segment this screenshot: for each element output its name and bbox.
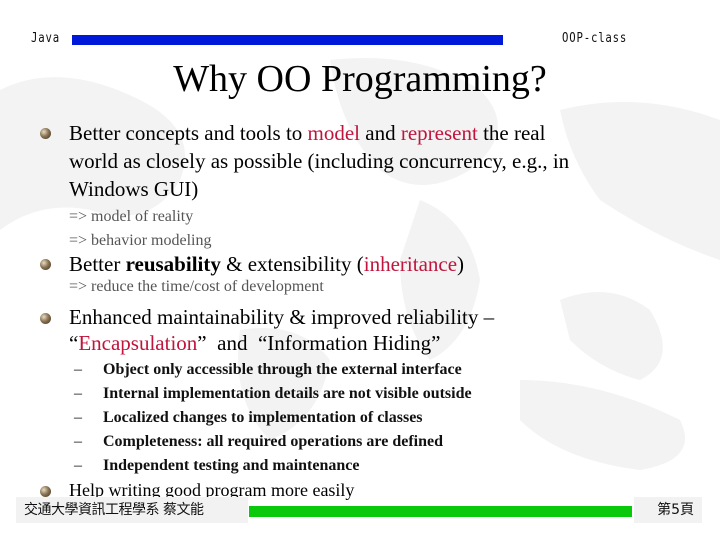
bullet-1-line-3: Windows GUI) [69, 177, 199, 201]
keyword-reusability: reusability [125, 252, 221, 276]
bullet-1-line-1: Better concepts and tools to model and r… [69, 121, 546, 145]
bullet-2-line-1: Better reusability & extensibility (inhe… [69, 252, 465, 276]
sub-item: Localized changes to implementation of c… [103, 409, 423, 426]
bullet-1-line-2: world as closely as possible (including … [69, 149, 570, 173]
sub-item: Completeness: all required operations ar… [103, 433, 443, 450]
bullet-icon [40, 128, 51, 139]
keyword-encapsulation: Encapsulation [78, 331, 198, 355]
keyword-represent: represent [400, 121, 478, 145]
footer-left-label: 交通大學資訊工程學系 蔡文能 [16, 497, 248, 523]
dash-marker: – [74, 361, 82, 378]
footer-bar [249, 506, 632, 517]
dash-marker: – [74, 457, 82, 474]
bullet-icon [40, 259, 51, 270]
keyword-inheritance: inheritance [363, 252, 458, 276]
keyword-model: model [307, 121, 361, 145]
bullet-3-line-2: “Encapsulation” and “Information Hiding” [69, 331, 441, 355]
sub-item: Internal implementation details are not … [103, 385, 472, 402]
page-number: 第5頁 [634, 497, 702, 523]
bullet-1-sub-1: => model of reality [69, 208, 194, 225]
bullet-icon [40, 313, 51, 324]
header-right-label: OOP-class [562, 31, 628, 46]
bullet-3-line-1: Enhanced maintainability & improved reli… [69, 305, 495, 329]
sub-item: Object only accessible through the exter… [103, 361, 462, 378]
slide-title: Why OO Programming? [173, 58, 547, 100]
dash-marker: – [74, 409, 82, 426]
bullet-icon [40, 486, 51, 497]
sub-item: Independent testing and maintenance [103, 457, 360, 474]
header-left-label: Java [31, 31, 60, 46]
dash-marker: – [74, 385, 82, 402]
dash-marker: – [74, 433, 82, 450]
bullet-2-sub-1: => reduce the time/cost of development [69, 278, 324, 295]
header-bar [72, 35, 503, 45]
